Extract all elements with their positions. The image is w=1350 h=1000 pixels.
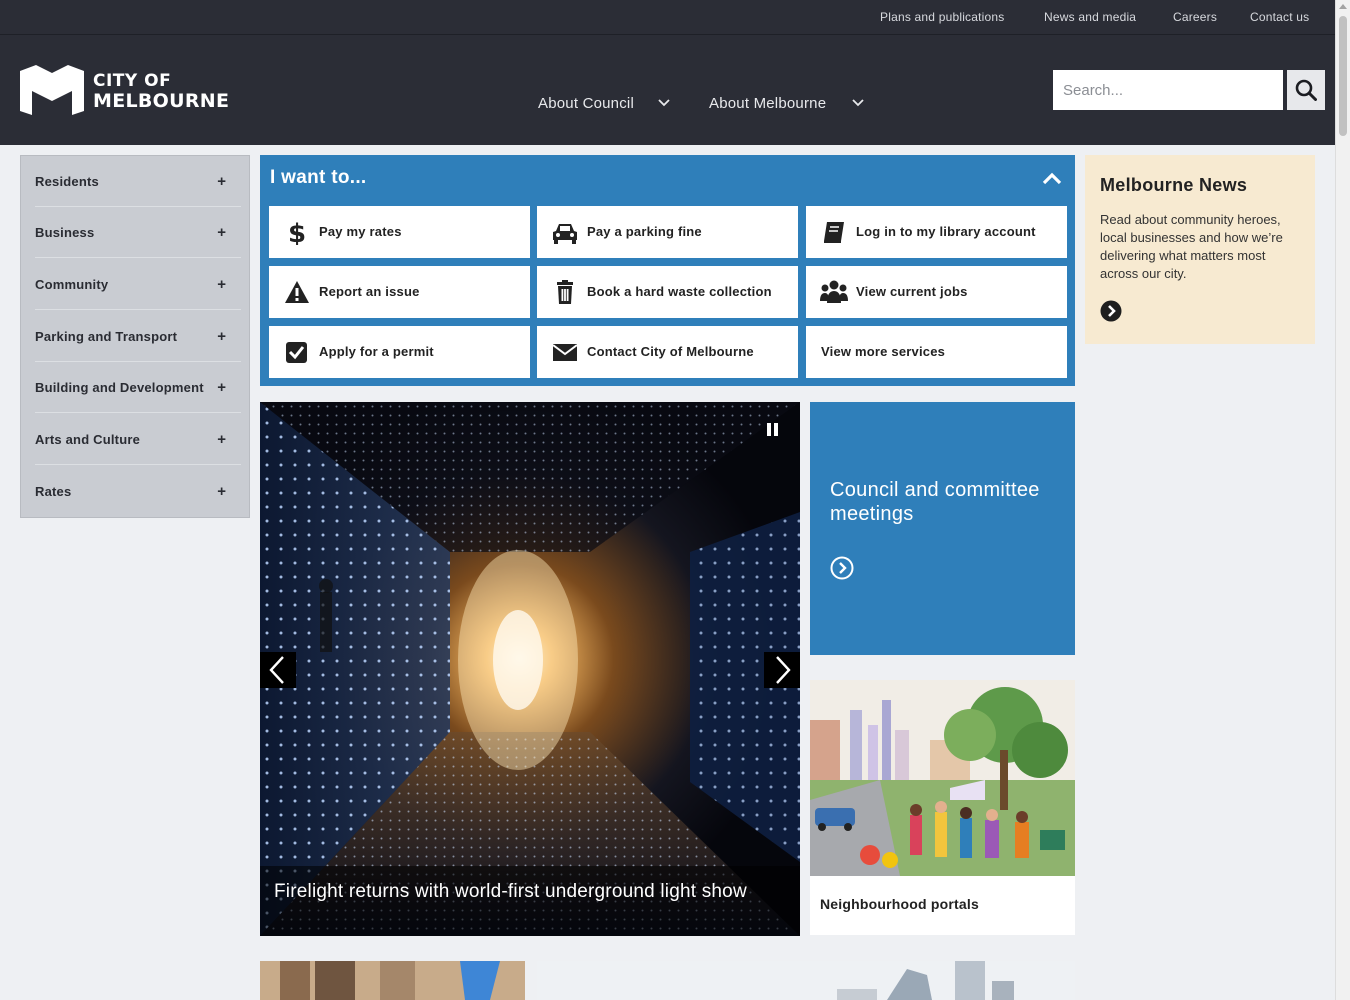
search-input[interactable] <box>1053 70 1283 110</box>
plus-icon: + <box>217 431 226 448</box>
sidebar-nav: Residents + Business + Community + Parki… <box>20 155 250 518</box>
council-meetings-tile[interactable]: Council and committee meetings <box>810 402 1075 655</box>
utility-link-plans[interactable]: Plans and publications <box>880 0 1004 35</box>
utility-link-news[interactable]: News and media <box>1044 0 1136 35</box>
utility-link-contact[interactable]: Contact us <box>1250 0 1309 35</box>
sidebar-item-community[interactable]: Community + <box>35 259 241 310</box>
service-report-issue[interactable]: Report an issue <box>269 266 530 318</box>
carousel-caption-text: Firelight returns with world-first under… <box>274 881 747 902</box>
arrow-circle-right-icon[interactable] <box>1100 300 1122 322</box>
nav-about-council-label: About Council <box>538 95 634 112</box>
plus-icon: + <box>217 173 226 190</box>
carousel-next-button[interactable] <box>764 652 800 688</box>
site-header: CITY OF MELBOURNE About Council About Me… <box>0 35 1335 145</box>
search-icon <box>1295 79 1317 101</box>
melbourne-news-card[interactable]: Melbourne News Read about community hero… <box>1085 155 1315 344</box>
bottom-tile-image-1[interactable] <box>260 961 525 1000</box>
nav-about-melbourne[interactable]: About Melbourne <box>709 95 864 112</box>
melbourne-news-title: Melbourne News <box>1100 175 1248 195</box>
feature-carousel[interactable]: Firelight returns with world-first under… <box>260 402 800 936</box>
melbourne-news-text: Read about community heroes, local busin… <box>1100 212 1283 281</box>
service-hard-waste[interactable]: Book a hard waste collection <box>537 266 798 318</box>
chevron-right-icon <box>776 656 791 684</box>
utility-link-careers[interactable]: Careers <box>1173 0 1217 35</box>
pause-icon[interactable] <box>760 416 786 442</box>
m-logo-icon <box>20 65 84 115</box>
nav-about-council[interactable]: About Council <box>538 95 670 112</box>
scroll-thumb[interactable] <box>1339 16 1347 136</box>
page-scrollbar[interactable] <box>1335 0 1350 1000</box>
utility-bar: Plans and publications News and media Ca… <box>0 0 1335 35</box>
arrow-circle-right-icon <box>830 556 854 580</box>
service-pay-rates[interactable]: $ Pay my rates <box>269 206 530 258</box>
carousel-caption[interactable]: Firelight returns with world-first under… <box>260 866 800 936</box>
search-button[interactable] <box>1287 70 1325 110</box>
nav-about-melbourne-label: About Melbourne <box>709 95 827 112</box>
envelope-icon <box>553 344 577 361</box>
chevron-up-icon[interactable] <box>1041 170 1063 188</box>
sidebar-item-building-development[interactable]: Building and Development + <box>35 362 241 413</box>
sidebar-item-business[interactable]: Business + <box>35 207 241 258</box>
service-library-account[interactable]: Log in to my library account <box>806 206 1067 258</box>
people-icon <box>820 280 848 303</box>
city-of-melbourne-logo[interactable]: CITY OF MELBOURNE <box>20 65 229 115</box>
plus-icon: + <box>217 328 226 345</box>
book-icon <box>824 222 844 243</box>
i-want-to-title: I want to... <box>270 167 367 188</box>
chevron-down-icon <box>658 99 670 107</box>
sidebar-item-arts-culture[interactable]: Arts and Culture + <box>35 414 241 465</box>
city-skyline-photo <box>537 961 1075 1000</box>
warning-icon <box>285 281 309 303</box>
i-want-to-panel: I want to... $ Pay my rates Pay a parkin… <box>260 155 1075 386</box>
sidebar-item-parking-transport[interactable]: Parking and Transport + <box>35 311 241 362</box>
sidebar-item-rates[interactable]: Rates + <box>35 466 241 517</box>
council-meetings-title: Council and committee meetings <box>830 479 1040 525</box>
logo-wordmark: CITY OF MELBOURNE <box>93 71 230 112</box>
plus-icon: + <box>217 276 226 293</box>
checkbox-icon <box>286 342 307 363</box>
scroll-up-icon[interactable] <box>1339 4 1347 9</box>
carousel-prev-button[interactable] <box>260 652 296 688</box>
trash-icon <box>557 280 573 304</box>
service-contact[interactable]: Contact City of Melbourne <box>537 326 798 378</box>
service-pay-parking-fine[interactable]: Pay a parking fine <box>537 206 798 258</box>
sidebar-item-residents[interactable]: Residents + <box>35 156 241 207</box>
car-icon <box>553 224 577 244</box>
service-view-more[interactable]: View more services <box>806 326 1067 378</box>
plus-icon: + <box>217 379 226 396</box>
chevron-left-icon <box>269 656 284 684</box>
neighbourhood-illustration <box>810 680 1075 876</box>
svg-text:$: $ <box>288 219 306 245</box>
neighbourhood-portals-tile[interactable]: Neighbourhood portals <box>810 680 1075 935</box>
service-apply-permit[interactable]: Apply for a permit <box>269 326 530 378</box>
plus-icon: + <box>217 483 226 500</box>
service-current-jobs[interactable]: View current jobs <box>806 266 1067 318</box>
dollar-icon: $ <box>288 219 306 245</box>
neighbourhood-portals-title: Neighbourhood portals <box>820 896 979 912</box>
plus-icon: + <box>217 224 226 241</box>
artwork-photo <box>260 961 525 1000</box>
chevron-down-icon <box>852 99 864 107</box>
firelight-tunnel-image <box>260 402 800 936</box>
bottom-tile-image-2[interactable] <box>537 961 1075 1000</box>
